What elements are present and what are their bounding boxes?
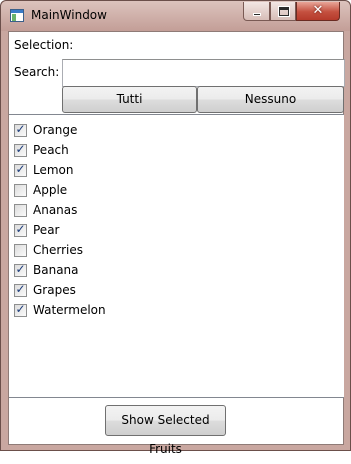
fruit-label: Apple [33,183,68,197]
fruit-checkbox[interactable] [14,204,27,217]
minimize-icon [253,13,261,16]
fruit-checkbox[interactable] [14,184,27,197]
main-window: MainWindow ✕ Selection: Search: Tutti Ne… [0,0,351,456]
fruit-label: Lemon [33,163,74,177]
close-icon: ✕ [312,3,324,18]
fruit-label: Grapes [33,283,76,297]
fruit-label: Banana [33,263,79,277]
fruit-checkbox[interactable] [14,222,27,237]
fruit-checkbox[interactable] [14,282,27,297]
client-area: Selection: Search: Tutti Nessuno Orange P… [8,31,345,456]
minimize-button[interactable] [243,2,270,21]
selection-label: Selection: [14,38,74,52]
select-none-button[interactable]: Nessuno [197,86,344,113]
title-bar[interactable]: MainWindow ✕ [1,1,350,31]
app-window-icon [10,9,24,22]
fruit-checkbox[interactable] [14,302,27,317]
fruit-checkbox[interactable] [14,122,27,137]
fruit-label: Orange [33,123,78,137]
show-selected-fruits-button[interactable]: Show Selected Fruits [105,405,226,456]
fruit-label: Cherries [33,243,83,257]
fruit-label: Watermelon [33,303,106,317]
fruit-list[interactable]: Orange Peach Lemon Apple Ananas Pear Cherries B… [9,114,344,398]
fruit-checkbox[interactable] [14,262,27,277]
maximize-button[interactable] [270,2,296,21]
fruit-checkbox[interactable] [14,244,27,257]
search-label: Search: [14,65,60,79]
close-button[interactable]: ✕ [296,2,340,21]
select-all-button[interactable]: Tutti [62,86,197,113]
maximize-icon [278,6,290,17]
fruit-checkbox[interactable] [14,142,27,157]
fruit-checkbox[interactable] [14,162,27,177]
search-input[interactable] [62,59,345,87]
fruit-label: Ananas [33,203,78,217]
fruit-label: Peach [33,143,69,157]
window-title: MainWindow [31,8,107,22]
fruit-label: Pear [33,223,60,237]
